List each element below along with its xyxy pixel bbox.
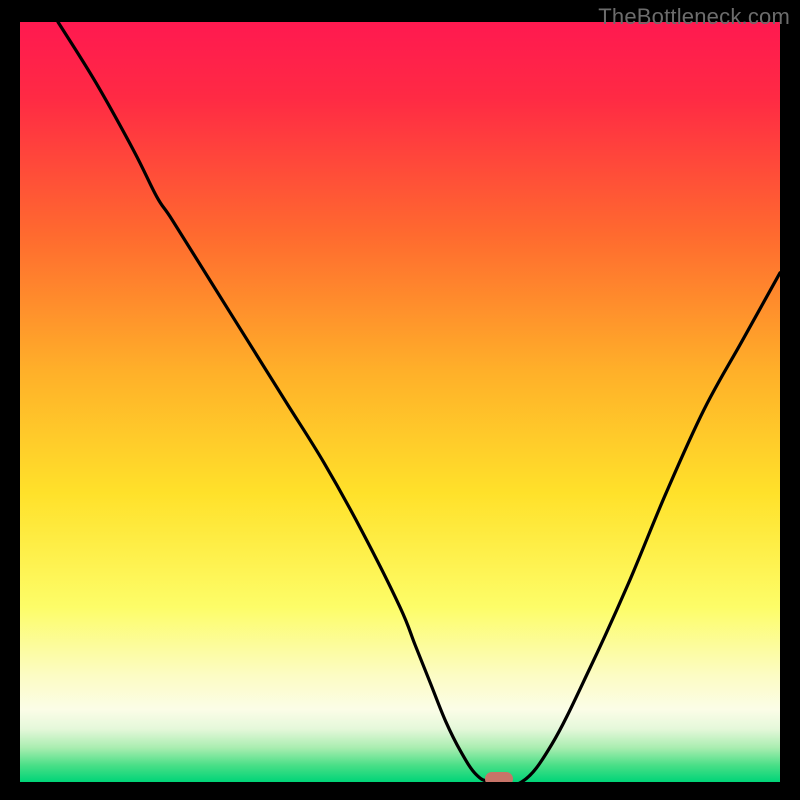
chart-svg	[20, 22, 780, 782]
optimal-point-marker	[485, 772, 513, 782]
chart-plot-area	[20, 22, 780, 782]
chart-frame: TheBottleneck.com	[0, 0, 800, 800]
watermark-text: TheBottleneck.com	[598, 4, 790, 30]
chart-background	[20, 22, 780, 782]
